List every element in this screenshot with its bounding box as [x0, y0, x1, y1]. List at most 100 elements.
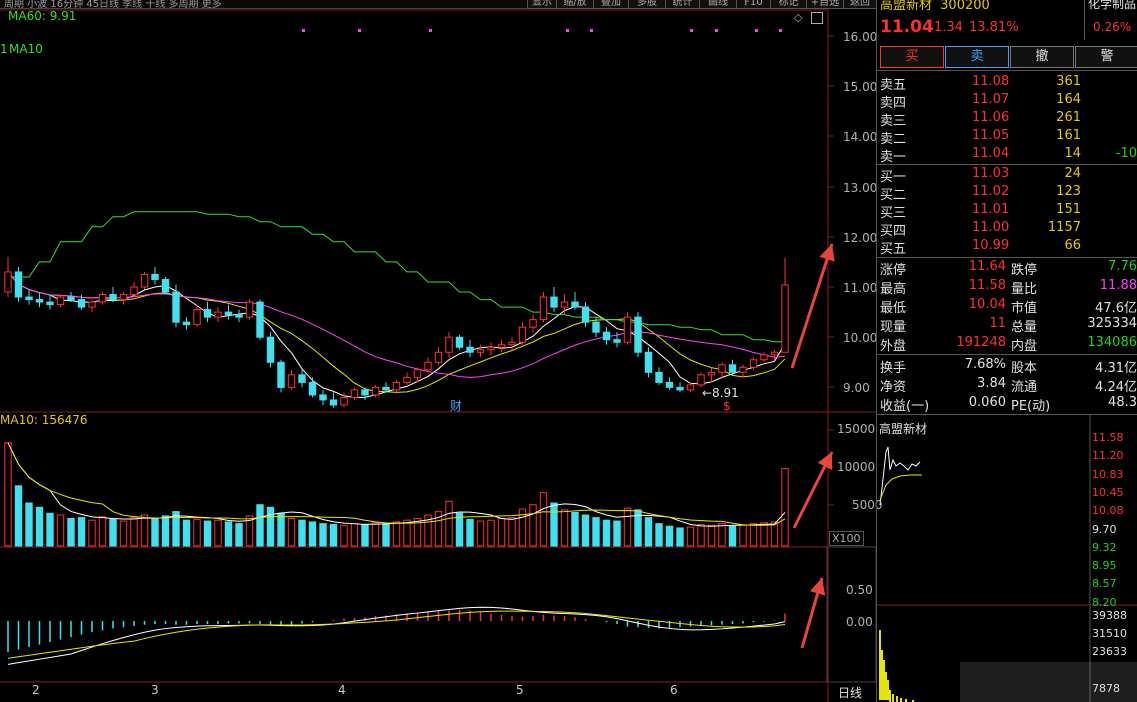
price-tick-label: 16.00: [843, 30, 878, 44]
stat-label: 内盘: [1011, 339, 1038, 354]
volume-bar: [676, 527, 684, 547]
price-tick-label: 12.00: [843, 231, 878, 245]
volume-bar: [172, 511, 180, 547]
candle-body: [707, 371, 716, 376]
volume-bar: [371, 522, 380, 547]
finance-marker[interactable]: 财: [450, 397, 462, 414]
mini-price-tick: 10.45: [1092, 485, 1124, 499]
candle-body: [487, 346, 495, 351]
candle-body: [613, 339, 621, 343]
toolbar-button-5[interactable]: 画线: [699, 0, 737, 9]
toolbar-button-7[interactable]: 标记: [770, 0, 807, 9]
volume-bar: [256, 504, 264, 547]
candle-body: [371, 386, 380, 396]
ask-volume: 361: [1056, 74, 1081, 89]
candle-body: [518, 326, 527, 343]
volume-bar: [644, 517, 653, 547]
volume-bar: [497, 517, 506, 547]
x-axis-label: 4: [338, 683, 346, 697]
bid-volume: 1157: [1047, 220, 1081, 235]
volume-bar: [445, 500, 453, 547]
buy-button[interactable]: 买: [880, 46, 944, 68]
candle-body: [350, 389, 359, 398]
volume-bar: [707, 524, 716, 547]
panel-toggle-icon[interactable]: [811, 12, 823, 24]
event-marker: [358, 29, 361, 32]
cancel-order-button[interactable]: 撤: [1010, 46, 1074, 68]
candle-body: [77, 299, 86, 308]
divider: [876, 414, 1137, 415]
period-label[interactable]: 日线: [838, 684, 862, 701]
ma60-line: [8, 211, 785, 343]
stat-value: 11: [989, 316, 1006, 331]
sell-button[interactable]: 卖: [945, 46, 1009, 68]
alert-button[interactable]: 警: [1075, 46, 1137, 68]
mini-price-tick: 8.20: [1092, 595, 1117, 609]
candle-body: [256, 301, 264, 338]
volume-bar: [140, 514, 149, 547]
candle-body: [308, 381, 317, 396]
candle-body: [434, 351, 443, 363]
toolbar-button-6[interactable]: F10: [736, 0, 771, 9]
candle-body: [592, 321, 600, 333]
stat-label: 收益(一): [880, 399, 930, 414]
volume-bar: [266, 506, 275, 547]
volume-bar: [350, 523, 359, 547]
stat-value: 0.060: [968, 395, 1006, 410]
volume-bar: [739, 524, 747, 547]
bid-label: 买二: [880, 188, 907, 203]
toolbar-button-8[interactable]: +自选: [806, 0, 844, 9]
volume-bar: [98, 516, 107, 547]
volume-bar: [109, 518, 117, 547]
volume-bar: [56, 514, 65, 547]
candle-body: [781, 284, 789, 353]
dividend-marker[interactable]: $: [723, 399, 731, 413]
trend-arrow-head: [809, 578, 826, 596]
toolbar-button-2[interactable]: 叠加: [593, 0, 629, 9]
candle-body: [235, 314, 243, 318]
toolbar-button-1[interactable]: 缩/放: [556, 0, 594, 9]
sector-box[interactable]: 化学制品 0.26%: [1084, 0, 1137, 40]
ask-volume: 261: [1056, 110, 1081, 125]
candle-body: [581, 306, 590, 323]
candle-body: [665, 381, 674, 388]
stat-value: 3.84: [977, 376, 1006, 391]
candle-body: [109, 294, 117, 301]
volume-bar: [560, 509, 569, 547]
volume-tick-label: 15000: [837, 422, 876, 436]
volume-bar: [329, 524, 338, 547]
candle-body: [172, 291, 180, 323]
volume-bar: [361, 524, 369, 547]
toolbar-button-9[interactable]: 返回: [843, 0, 877, 9]
candle-body: [739, 366, 747, 373]
mini-price-tick: 8.95: [1092, 559, 1117, 573]
x-axis-label: 2: [32, 683, 40, 697]
volume-bar: [770, 521, 779, 547]
price-tick-label: 15.00: [843, 80, 878, 94]
volume-bar: [749, 523, 758, 547]
mini-chart-overlay: [960, 662, 1137, 702]
stat-label: 净资: [880, 380, 907, 395]
volume-bar: [203, 520, 212, 547]
low-annotation: ←8.91: [702, 386, 739, 400]
candle-body: [329, 399, 338, 406]
volume-bar: [392, 521, 401, 547]
stat-value: 48.3: [1108, 395, 1137, 410]
volume-bar: [287, 517, 296, 547]
candle-body: [193, 309, 201, 326]
volume-bar: [298, 519, 306, 547]
ask-price: 11.06: [972, 110, 1010, 125]
candle-body: [644, 351, 653, 373]
candle-body: [298, 374, 306, 383]
volume-bar: [77, 517, 86, 547]
candle-body: [655, 371, 663, 383]
main-left-marker: 1: [0, 42, 8, 56]
toolbar-button-0[interactable]: 显示: [527, 0, 557, 9]
price-tick-label: 14.00: [843, 130, 878, 144]
bid-label: 买一: [880, 170, 907, 185]
volume-bar: [602, 519, 611, 547]
toolbar-button-4[interactable]: 统计: [665, 0, 700, 9]
stat-label: 股本: [1011, 361, 1038, 376]
toolbar-button-3[interactable]: 多股: [628, 0, 666, 9]
diamond-icon[interactable]: ◇: [794, 11, 802, 24]
